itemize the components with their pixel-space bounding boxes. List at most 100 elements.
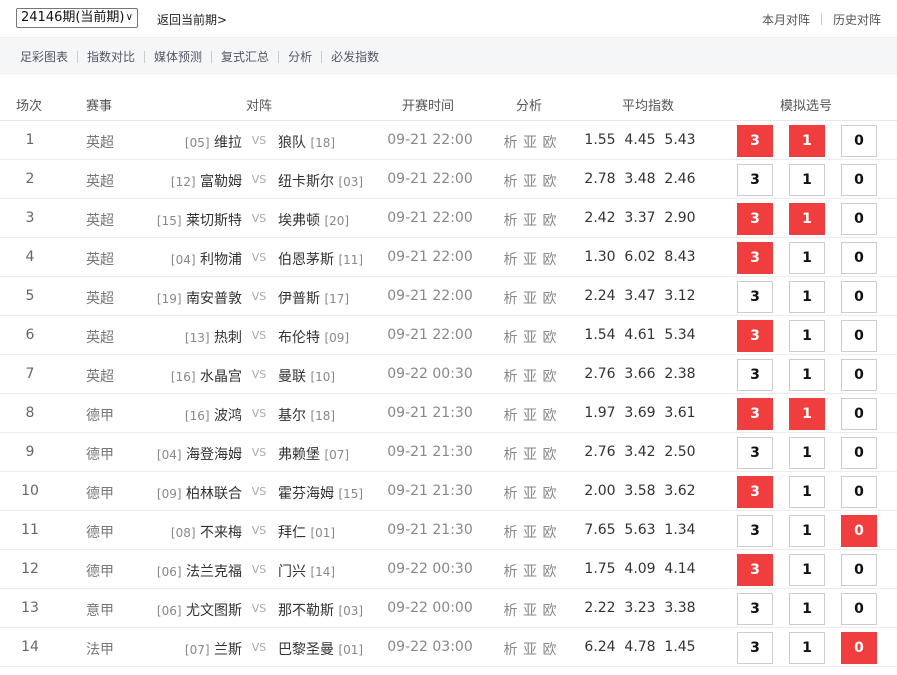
analysis-link[interactable]: 析 [504, 213, 518, 229]
asian-odds-link[interactable]: 亚 [523, 447, 537, 463]
asian-odds-link[interactable]: 亚 [523, 603, 537, 619]
pick-3-button[interactable]: 3 [737, 632, 773, 664]
away-team[interactable]: 伯恩茅斯 [11] [278, 249, 363, 269]
pick-0-button[interactable]: 0 [841, 125, 877, 157]
pick-3-button[interactable]: 3 [737, 242, 773, 274]
pick-1-button[interactable]: 1 [789, 593, 825, 625]
euro-odds-link[interactable]: 欧 [542, 525, 556, 541]
asian-odds-link[interactable]: 亚 [523, 408, 537, 424]
euro-odds-link[interactable]: 欧 [542, 174, 556, 190]
asian-odds-link[interactable]: 亚 [523, 330, 537, 346]
pick-3-button[interactable]: 3 [737, 515, 773, 547]
analysis-link[interactable]: 析 [504, 291, 518, 307]
history-matches-link[interactable]: 历史对阵 [833, 11, 881, 28]
subnav-item[interactable]: 必发指数 [331, 48, 379, 65]
pick-1-button[interactable]: 1 [789, 554, 825, 586]
asian-odds-link[interactable]: 亚 [523, 174, 537, 190]
pick-3-button[interactable]: 3 [737, 359, 773, 391]
period-select[interactable]: 24146期(当前期) ∨ [16, 8, 138, 28]
analysis-link[interactable]: 析 [504, 564, 518, 580]
away-team[interactable]: 拜仁 [01] [278, 522, 335, 542]
league-name[interactable]: 英超 [70, 132, 130, 152]
pick-1-button[interactable]: 1 [789, 281, 825, 313]
pick-1-button[interactable]: 1 [789, 242, 825, 274]
pick-1-button[interactable]: 1 [789, 515, 825, 547]
analysis-link[interactable]: 析 [504, 447, 518, 463]
pick-3-button[interactable]: 3 [737, 593, 773, 625]
home-team[interactable]: [05] 维拉 [185, 132, 242, 152]
pick-3-button[interactable]: 3 [737, 554, 773, 586]
league-name[interactable]: 英超 [70, 327, 130, 347]
monthly-matches-link[interactable]: 本月对阵 [762, 11, 810, 28]
pick-1-button[interactable]: 1 [789, 203, 825, 235]
euro-odds-link[interactable]: 欧 [542, 603, 556, 619]
analysis-link[interactable]: 析 [504, 525, 518, 541]
league-name[interactable]: 意甲 [70, 600, 130, 620]
pick-0-button[interactable]: 0 [841, 320, 877, 352]
analysis-link[interactable]: 析 [504, 486, 518, 502]
pick-3-button[interactable]: 3 [737, 437, 773, 469]
pick-3-button[interactable]: 3 [737, 398, 773, 430]
pick-3-button[interactable]: 3 [737, 320, 773, 352]
euro-odds-link[interactable]: 欧 [542, 213, 556, 229]
euro-odds-link[interactable]: 欧 [542, 369, 556, 385]
pick-0-button[interactable]: 0 [841, 593, 877, 625]
analysis-link[interactable]: 析 [504, 408, 518, 424]
pick-0-button[interactable]: 0 [841, 203, 877, 235]
pick-3-button[interactable]: 3 [737, 281, 773, 313]
league-name[interactable]: 英超 [70, 366, 130, 386]
euro-odds-link[interactable]: 欧 [542, 135, 556, 151]
subnav-item[interactable]: 分析 [288, 48, 312, 65]
analysis-link[interactable]: 析 [504, 369, 518, 385]
asian-odds-link[interactable]: 亚 [523, 252, 537, 268]
asian-odds-link[interactable]: 亚 [523, 486, 537, 502]
euro-odds-link[interactable]: 欧 [542, 447, 556, 463]
pick-1-button[interactable]: 1 [789, 398, 825, 430]
pick-1-button[interactable]: 1 [789, 476, 825, 508]
pick-0-button[interactable]: 0 [841, 632, 877, 664]
asian-odds-link[interactable]: 亚 [523, 564, 537, 580]
analysis-link[interactable]: 析 [504, 174, 518, 190]
pick-3-button[interactable]: 3 [737, 125, 773, 157]
away-team[interactable]: 伊普斯 [17] [278, 288, 349, 308]
league-name[interactable]: 法甲 [70, 639, 130, 659]
away-team[interactable]: 狼队 [18] [278, 132, 335, 152]
league-name[interactable]: 英超 [70, 210, 130, 230]
asian-odds-link[interactable]: 亚 [523, 525, 537, 541]
pick-0-button[interactable]: 0 [841, 476, 877, 508]
home-team[interactable]: [06] 尤文图斯 [157, 600, 242, 620]
home-team[interactable]: [07] 兰斯 [185, 639, 242, 659]
pick-0-button[interactable]: 0 [841, 554, 877, 586]
pick-0-button[interactable]: 0 [841, 398, 877, 430]
home-team[interactable]: [16] 波鸿 [185, 405, 242, 425]
pick-1-button[interactable]: 1 [789, 359, 825, 391]
away-team[interactable]: 那不勒斯 [03] [278, 600, 363, 620]
home-team[interactable]: [13] 热刺 [185, 327, 242, 347]
pick-1-button[interactable]: 1 [789, 320, 825, 352]
analysis-link[interactable]: 析 [504, 603, 518, 619]
subnav-item[interactable]: 足彩图表 [20, 48, 68, 65]
asian-odds-link[interactable]: 亚 [523, 135, 537, 151]
away-team[interactable]: 埃弗顿 [20] [278, 210, 349, 230]
league-name[interactable]: 英超 [70, 288, 130, 308]
pick-3-button[interactable]: 3 [737, 203, 773, 235]
asian-odds-link[interactable]: 亚 [523, 213, 537, 229]
home-team[interactable]: [12] 富勒姆 [171, 171, 242, 191]
away-team[interactable]: 布伦特 [09] [278, 327, 349, 347]
away-team[interactable]: 曼联 [10] [278, 366, 335, 386]
euro-odds-link[interactable]: 欧 [542, 408, 556, 424]
euro-odds-link[interactable]: 欧 [542, 291, 556, 307]
pick-3-button[interactable]: 3 [737, 476, 773, 508]
away-team[interactable]: 霍芬海姆 [15] [278, 483, 363, 503]
pick-1-button[interactable]: 1 [789, 125, 825, 157]
away-team[interactable]: 基尔 [18] [278, 405, 335, 425]
subnav-item[interactable]: 指数对比 [87, 48, 135, 65]
league-name[interactable]: 德甲 [70, 561, 130, 581]
pick-0-button[interactable]: 0 [841, 515, 877, 547]
league-name[interactable]: 英超 [70, 249, 130, 269]
away-team[interactable]: 弗赖堡 [07] [278, 444, 349, 464]
home-team[interactable]: [16] 水晶宫 [171, 366, 242, 386]
home-team[interactable]: [08] 不来梅 [171, 522, 242, 542]
analysis-link[interactable]: 析 [504, 252, 518, 268]
pick-0-button[interactable]: 0 [841, 437, 877, 469]
